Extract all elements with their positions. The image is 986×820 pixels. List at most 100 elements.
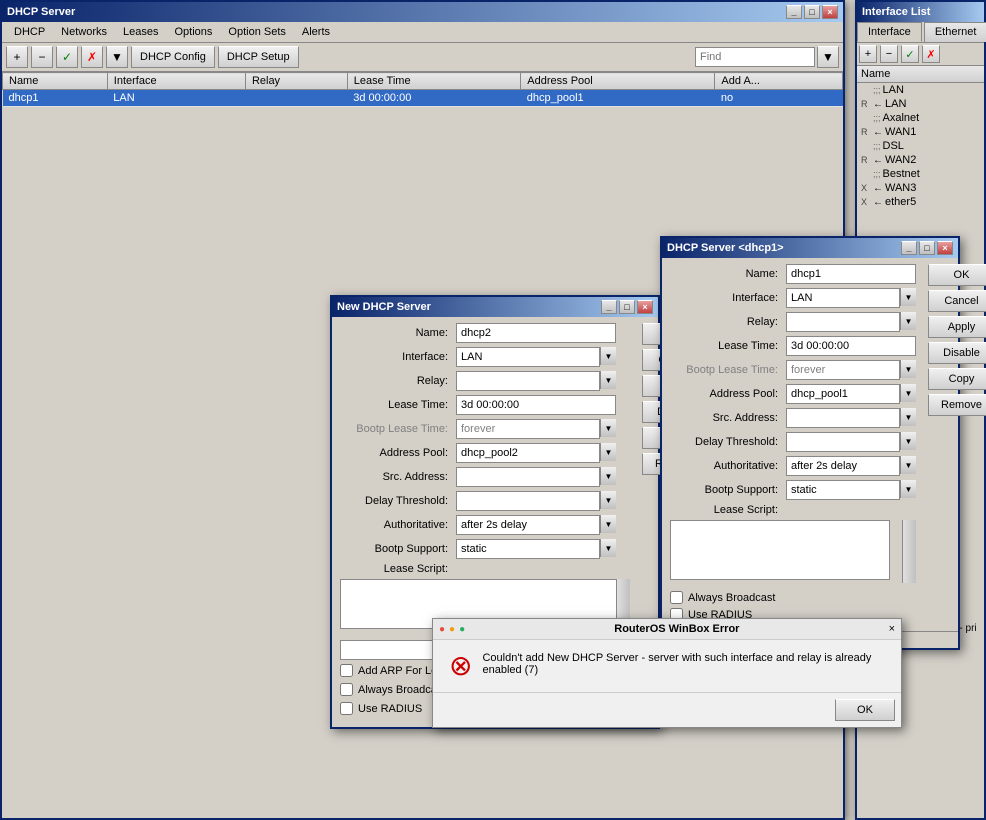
minimize-btn[interactable]: _ — [786, 5, 802, 19]
name-input[interactable] — [456, 323, 616, 343]
auth-dropdown-arrow[interactable]: ▼ — [600, 515, 616, 533]
col-relay[interactable]: Relay — [245, 73, 347, 90]
col-lease-time[interactable]: Lease Time — [347, 73, 521, 90]
col-name[interactable]: Name — [3, 73, 108, 90]
add-arp-checkbox[interactable] — [340, 664, 353, 677]
d1-script-textarea[interactable] — [670, 520, 890, 580]
col-address-pool[interactable]: Address Pool — [521, 73, 715, 90]
interface-display[interactable]: LAN — [456, 347, 600, 367]
remove-btn[interactable]: − — [31, 46, 53, 68]
delay-dropdown-arrow[interactable]: ▼ — [600, 491, 616, 509]
d1-cancel-btn[interactable]: Cancel — [928, 290, 986, 312]
disable-btn[interactable]: ✗ — [81, 46, 103, 68]
enable-btn[interactable]: ✓ — [56, 46, 78, 68]
bootp-dropdown-arrow[interactable]: ▼ — [600, 419, 616, 437]
iface-disable-btn[interactable]: ✗ — [922, 45, 940, 63]
d1-ok-btn[interactable]: OK — [928, 264, 986, 286]
d1-remove-btn[interactable]: Remove — [928, 394, 986, 416]
bootp-lease-row: Bootp Lease Time: forever ▼ — [336, 419, 630, 439]
list-item[interactable]: X←WAN3 — [857, 181, 984, 195]
auth-display[interactable]: after 2s delay — [456, 515, 600, 535]
d1-src-arrow[interactable]: ▼ — [900, 408, 916, 426]
list-item[interactable]: R←WAN2 — [857, 153, 984, 167]
delay-display[interactable] — [456, 491, 600, 511]
col-interface[interactable]: Interface — [107, 73, 245, 90]
list-item[interactable]: ;;; Bestnet — [857, 167, 984, 181]
search-input[interactable] — [695, 47, 815, 67]
iface-add-btn[interactable]: + — [859, 45, 877, 63]
traffic-light-red[interactable]: ● — [439, 624, 445, 635]
dhcp-config-btn[interactable]: DHCP Config — [131, 46, 215, 68]
error-ok-btn[interactable]: OK — [835, 699, 895, 721]
iface-remove-btn[interactable]: − — [880, 45, 898, 63]
use-radius-checkbox[interactable] — [340, 702, 353, 715]
dhcp-setup-btn[interactable]: DHCP Setup — [218, 46, 299, 68]
list-item[interactable]: ;;; Axalnet — [857, 111, 984, 125]
menu-dhcp[interactable]: DHCP — [6, 24, 53, 40]
col-add-a[interactable]: Add A... — [715, 73, 843, 90]
d1-pool-arrow[interactable]: ▼ — [900, 384, 916, 402]
bootp-display[interactable]: forever — [456, 419, 600, 439]
list-item[interactable]: R←LAN — [857, 97, 984, 111]
d1-copy-btn[interactable]: Copy — [928, 368, 986, 390]
lease-time-input[interactable] — [456, 395, 616, 415]
d1-bootp-support-display[interactable]: static — [786, 480, 900, 500]
pool-display[interactable]: dhcp_pool2 — [456, 443, 600, 463]
d1-auth-arrow[interactable]: ▼ — [900, 456, 916, 474]
menu-option-sets[interactable]: Option Sets — [220, 24, 293, 40]
traffic-light-yellow[interactable]: ● — [449, 624, 455, 635]
always-broadcast-checkbox[interactable] — [340, 683, 353, 696]
d1-always-broadcast-checkbox[interactable] — [670, 591, 683, 604]
iface-enable-btn[interactable]: ✓ — [901, 45, 919, 63]
relay-dropdown-arrow[interactable]: ▼ — [600, 371, 616, 389]
bootp-support-display[interactable]: static — [456, 539, 600, 559]
list-item[interactable]: X←ether5 — [857, 195, 984, 209]
d1-lease-time-input[interactable] — [786, 336, 916, 356]
src-dropdown-arrow[interactable]: ▼ — [600, 467, 616, 485]
d1-disable-btn[interactable]: Disable — [928, 342, 986, 364]
d1-bootp-arrow[interactable]: ▼ — [900, 360, 916, 378]
menu-options[interactable]: Options — [167, 24, 221, 40]
d1-auth-display[interactable]: after 2s delay — [786, 456, 900, 476]
search-dropdown-btn[interactable]: ▼ — [817, 46, 839, 68]
menu-leases[interactable]: Leases — [115, 24, 166, 40]
error-close-icon[interactable]: × — [889, 623, 895, 635]
pool-dropdown-arrow[interactable]: ▼ — [600, 443, 616, 461]
d1-pool-display[interactable]: dhcp_pool1 — [786, 384, 900, 404]
d1-iface-display[interactable]: LAN — [786, 288, 900, 308]
d1-src-display[interactable] — [786, 408, 900, 428]
menu-alerts[interactable]: Alerts — [294, 24, 338, 40]
d1-script-scrollbar[interactable] — [902, 520, 916, 583]
relay-display[interactable] — [456, 371, 600, 391]
menu-networks[interactable]: Networks — [53, 24, 115, 40]
d1-delay-arrow[interactable]: ▼ — [900, 432, 916, 450]
list-item[interactable]: R←WAN1 — [857, 125, 984, 139]
traffic-light-green[interactable]: ● — [459, 624, 465, 635]
dhcp1-max[interactable]: □ — [919, 241, 935, 255]
d1-name-input[interactable] — [786, 264, 916, 284]
src-display[interactable] — [456, 467, 600, 487]
d1-apply-btn[interactable]: Apply — [928, 316, 986, 338]
tab-interface[interactable]: Interface — [857, 22, 922, 42]
d1-bootp-support-arrow[interactable]: ▼ — [900, 480, 916, 498]
d1-iface-arrow[interactable]: ▼ — [900, 288, 916, 306]
tab-ethernet[interactable]: Ethernet — [924, 22, 986, 42]
filter-btn[interactable]: ▼ — [106, 46, 128, 68]
table-row[interactable]: dhcp1 LAN 3d 00:00:00 dhcp_pool1 no — [3, 90, 843, 107]
dhcp1-min[interactable]: _ — [901, 241, 917, 255]
add-btn[interactable]: + — [6, 46, 28, 68]
new-dhcp-min[interactable]: _ — [601, 300, 617, 314]
new-dhcp-max[interactable]: □ — [619, 300, 635, 314]
close-btn[interactable]: × — [822, 5, 838, 19]
d1-delay-display[interactable] — [786, 432, 900, 452]
d1-bootp-display[interactable]: forever — [786, 360, 900, 380]
bootp-support-dropdown-arrow[interactable]: ▼ — [600, 539, 616, 557]
maximize-btn[interactable]: □ — [804, 5, 820, 19]
dhcp1-close[interactable]: × — [937, 241, 953, 255]
new-dhcp-close[interactable]: × — [637, 300, 653, 314]
list-item[interactable]: ;;; LAN — [857, 83, 984, 97]
list-item[interactable]: ;;; DSL — [857, 139, 984, 153]
d1-relay-arrow[interactable]: ▼ — [900, 312, 916, 330]
interface-dropdown-arrow[interactable]: ▼ — [600, 347, 616, 365]
d1-relay-display[interactable] — [786, 312, 900, 332]
